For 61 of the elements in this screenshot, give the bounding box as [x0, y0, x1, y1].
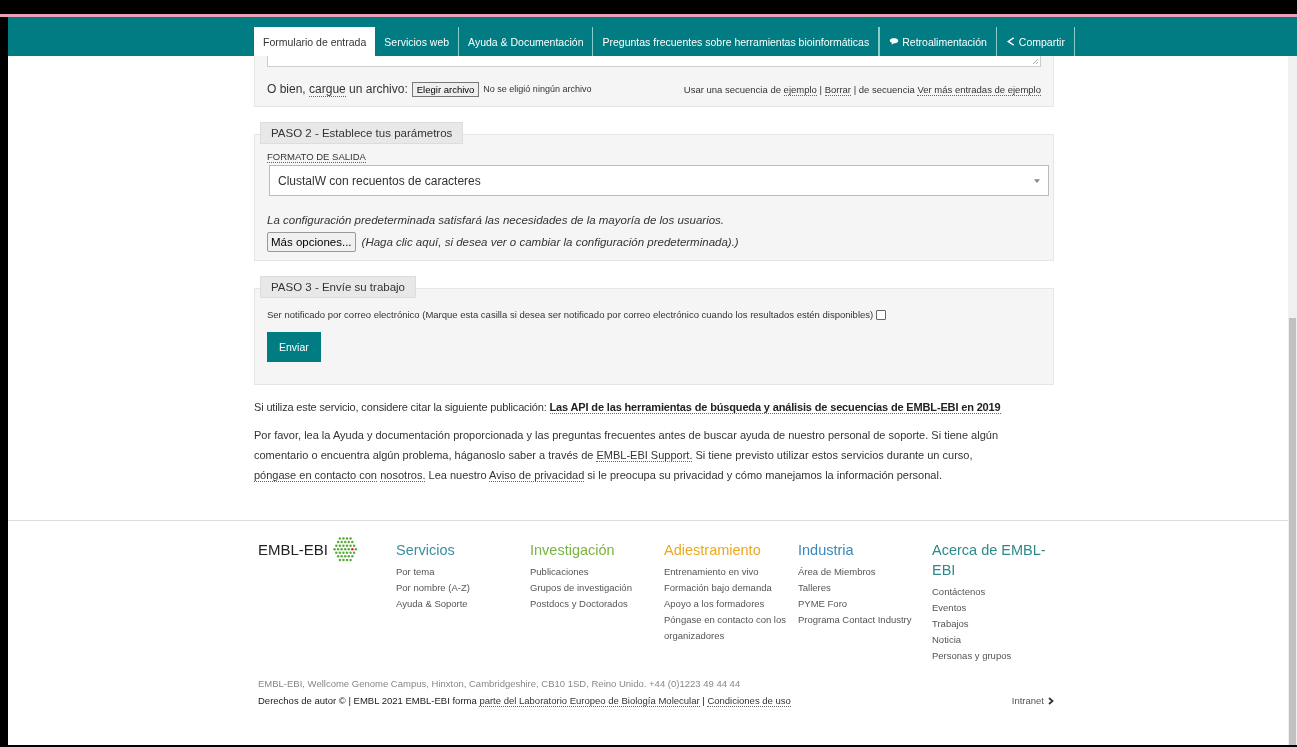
footer-link[interactable]: Póngase en contacto con los organizadores: [664, 612, 798, 644]
footer-link[interactable]: Contáctenos: [932, 584, 1058, 600]
choose-file-button[interactable]: Elegir archivo: [411, 81, 480, 97]
footer-link[interactable]: Área de Miembros: [798, 564, 932, 580]
footer-heading[interactable]: Servicios: [396, 540, 530, 560]
footer-link[interactable]: Personas y grupos: [932, 648, 1058, 664]
logo-text: EMBL-EBI: [258, 541, 329, 558]
help-paragraph: Por favor, lea la Ayuda y documentación proporcionada y las preguntas frecuentes antes de buscar ayuda de nuestro personal de soporte. Si tiene algún comentario o encuentra algún problema, háganoslo saber a través de EMBL-EBI Support. Si tiene previsto utilizar estos servicios durante un curso, póngase en contacto con nosotros. Lea nuestro Aviso de privacidad si le preocupa su privacidad y cómo manejamos la información personal.: [254, 428, 999, 484]
notify-label: Ser notificado por correo electrónico (Marque esta casilla si desea ser notificado por correo electrónico cuando los resultados estén disponibles): [267, 309, 874, 320]
example-link[interactable]: Ver más entradas de ejemplo: [917, 83, 1041, 96]
resize-grip-icon: [1031, 57, 1039, 65]
footer-link[interactable]: Noticia: [932, 632, 1058, 648]
footer-link[interactable]: Postdocs y Doctorados: [530, 596, 664, 612]
footer-link[interactable]: Talleres: [798, 580, 932, 596]
footer-link[interactable]: Apoyo a los formadores: [664, 596, 798, 612]
footer-link[interactable]: Ayuda & Soporte: [396, 596, 530, 612]
output-format-select[interactable]: ClustalW con recuentos de caracteres: [269, 165, 1049, 196]
footer-link[interactable]: PYME Foro: [798, 596, 932, 612]
intranet-link[interactable]: Intranet: [1011, 695, 1054, 706]
footer-link[interactable]: Trabajos: [932, 616, 1058, 632]
chevron-icon: [1048, 696, 1054, 705]
footer-heading[interactable]: Acerca de EMBL-EBI: [932, 540, 1058, 580]
step-legend: PASO 3 - Envíe su trabajo: [260, 276, 417, 298]
help-link[interactable]: póngase en contacto con: [254, 469, 377, 482]
sequence-textarea[interactable]: [267, 56, 1041, 67]
help-link[interactable]: EMBL-EBI Support.: [596, 449, 693, 462]
field-label: FORMATO DE SALIDA: [267, 151, 366, 163]
example-link[interactable]: ejemplo: [783, 83, 817, 96]
footer-link[interactable]: Publicaciones: [530, 564, 664, 580]
upload-link[interactable]: cargue: [309, 82, 346, 97]
footer-link[interactable]: Condiciones de uso: [707, 695, 791, 707]
more-options-hint: (Haga clic aquí, si desea ver o cambiar la configuración predeterminada).): [361, 236, 739, 248]
help-link[interactable]: nosotros.: [380, 469, 426, 482]
submit-button[interactable]: Enviar: [267, 332, 321, 362]
footer-link[interactable]: Por nombre (A-Z): [396, 580, 530, 596]
address-text: EMBL-EBI, Wellcome Genome Campus, Hinxton, Cambridgeshire, CB10 1SD, Reino Unido. +44 (0)1223 49 44 44: [258, 678, 742, 689]
example-links: Usar una secuencia de ejemplo | Borrar | de secuencia Ver más entradas de ejemplo: [683, 83, 1041, 95]
footer-link[interactable]: Grupos de investigación: [530, 580, 664, 596]
scrollbar[interactable]: [1288, 56, 1297, 745]
step-legend: PASO 2 - Establece tus parámetros: [260, 122, 464, 144]
copyright-text: Derechos de autor © | EMBL 2021 EMBL-EBI forma parte del Laboratorio Europeo de Biología Molecular | Condiciones de uso: [258, 695, 791, 706]
footer-link[interactable]: Programa Contact Industry: [798, 612, 932, 628]
example-link[interactable]: Borrar: [824, 83, 852, 96]
help-link[interactable]: Aviso de privacidad: [489, 469, 585, 482]
default-note: La configuración predeterminada satisfará las necesidades de la mayoría de los usuarios.: [267, 214, 726, 226]
publication-link[interactable]: Las API de las herramientas de búsqueda y análisis de secuencias de EMBL-EBI en 2019: [549, 401, 1001, 414]
comment-icon: [889, 37, 900, 46]
footer-link[interactable]: parte del Laboratorio Europeo de Biología Molecular: [479, 695, 700, 707]
footer-link[interactable]: Por tema: [396, 564, 530, 580]
notify-checkbox[interactable]: [876, 309, 887, 320]
footer-link[interactable]: Entrenamiento en vivo: [664, 564, 798, 580]
more-options-button[interactable]: Más opciones...: [267, 232, 356, 252]
upload-label: O bien, cargue un archivo:: [267, 82, 408, 96]
citation-text: Si utiliza este servicio, considere citar la siguiente publicación: Las API de las herramientas de búsqueda y análisis de secuencias de EMBL-EBI en 2019: [254, 401, 1002, 413]
file-status: No se eligió ningún archivo: [483, 84, 592, 94]
share-icon: [1005, 37, 1016, 46]
footer-link[interactable]: Eventos: [932, 600, 1058, 616]
footer-heading[interactable]: Industria: [798, 540, 932, 560]
footer-link[interactable]: Formación bajo demanda: [664, 580, 798, 596]
nav-tab[interactable]: Formulario de entrada: [254, 27, 376, 56]
caret-icon: [1034, 178, 1040, 183]
